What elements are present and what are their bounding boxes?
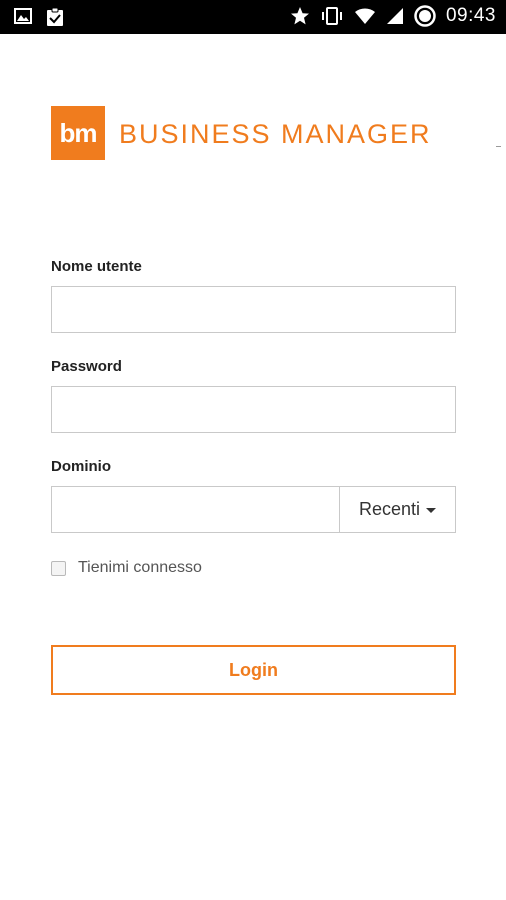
wifi-icon [354,7,376,25]
recent-domains-label: Recenti [358,499,421,519]
domain-input-group: Recenti [51,486,456,533]
logo-wordmark: BUSINESS MANAGER [119,118,432,149]
domain-input[interactable] [51,486,339,533]
remember-me-label: Tienimi connesso [78,559,202,576]
password-input[interactable] [51,386,456,433]
recent-domains-dropdown[interactable]: Recenti [339,486,456,533]
username-input[interactable] [51,286,456,333]
vibrate-icon [320,6,344,26]
username-label: Nome utente [51,258,142,275]
status-bar: 09:43 [0,0,506,34]
divider [496,146,501,147]
signal-icon [386,7,404,25]
gallery-notification-icon [14,7,32,27]
chevron-down-icon [426,508,437,513]
star-icon [290,6,310,26]
domain-label: Dominio [51,458,111,475]
data-saver-icon [414,5,436,27]
login-button[interactable]: Login [51,645,456,695]
password-label: Password [51,358,122,375]
logo-mark: bm [51,106,105,160]
login-button-label: Login [229,659,278,680]
app-logo: bm BUSINESS MANAGER [51,106,432,160]
notification-icons [14,7,64,27]
system-status-icons: 09:43 [290,5,496,27]
remember-me-checkbox[interactable] [51,560,66,576]
clipboard-notification-icon [46,7,64,27]
remember-me[interactable]: Tienimi connesso [51,559,202,577]
clock: 09:43 [445,5,496,26]
